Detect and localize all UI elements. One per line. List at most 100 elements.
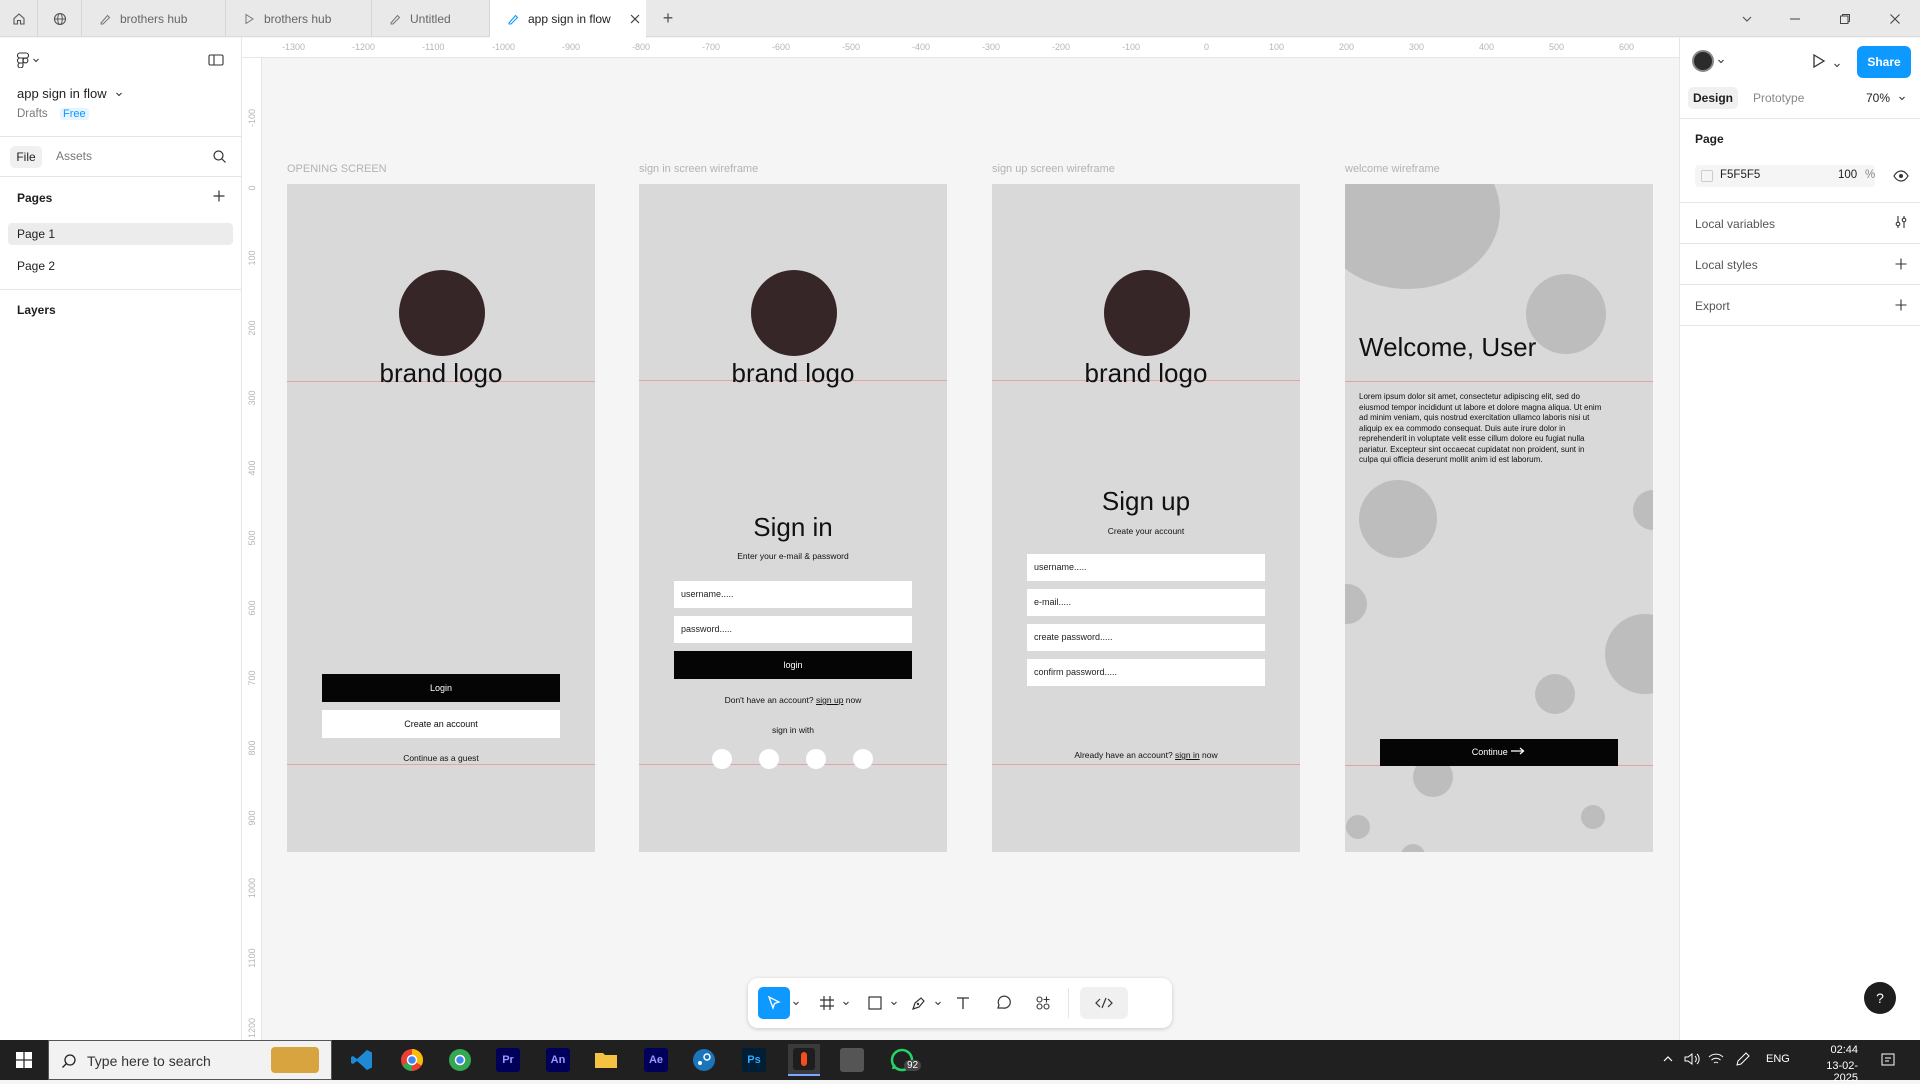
frame-label-welcome[interactable]: welcome wireframe	[1345, 163, 1440, 175]
create-password-field[interactable]: create password.....	[1027, 624, 1265, 651]
page-item-page-1[interactable]: Page 1	[8, 223, 233, 245]
taskbar-file-explorer[interactable]	[590, 1044, 622, 1076]
taskbar-whatsapp[interactable]: 92	[886, 1044, 922, 1076]
login-button[interactable]: login	[674, 651, 912, 679]
network-button[interactable]	[1708, 1052, 1724, 1071]
visibility-toggle[interactable]	[1893, 169, 1909, 187]
move-tool-dropdown[interactable]	[790, 990, 802, 1016]
actions-tool[interactable]	[1030, 990, 1056, 1016]
start-button[interactable]	[8, 1044, 40, 1076]
taskbar-figma[interactable]	[788, 1044, 820, 1076]
frame-label-signin[interactable]: sign in screen wireframe	[639, 163, 758, 175]
tab-brothers-hub-2[interactable]: brothers hub	[226, 0, 372, 37]
taskbar-after-effects[interactable]: Ae	[640, 1044, 672, 1076]
pen-button[interactable]	[1735, 1052, 1751, 1071]
dev-mode-toggle[interactable]	[1080, 987, 1128, 1019]
social-login-button[interactable]	[806, 749, 826, 769]
tab-list-chevron[interactable]	[1732, 0, 1762, 37]
continue-guest-link[interactable]: Continue as a guest	[287, 753, 595, 763]
shape-tool[interactable]	[862, 990, 888, 1016]
help-button[interactable]: ?	[1864, 982, 1896, 1014]
frame-welcome[interactable]: Welcome, User Lorem ipsum dolor sit amet…	[1345, 184, 1653, 852]
frame-tool[interactable]	[814, 990, 840, 1016]
file-title[interactable]: app sign in flow	[17, 86, 123, 101]
password-field[interactable]: password.....	[674, 616, 912, 643]
taskbar-animate[interactable]: An	[542, 1044, 574, 1076]
drafts-link[interactable]: Drafts	[17, 108, 48, 120]
close-icon[interactable]	[629, 13, 641, 25]
zoom-dropdown[interactable]: 70%	[1866, 91, 1906, 105]
social-login-button[interactable]	[759, 749, 779, 769]
search-button[interactable]	[212, 149, 227, 169]
new-tab-button[interactable]: +	[656, 0, 680, 37]
add-export-button[interactable]	[1894, 298, 1908, 317]
comment-tool[interactable]	[990, 990, 1016, 1016]
page-opacity-value[interactable]: 100	[1838, 169, 1857, 181]
create-account-button[interactable]: Create an account	[322, 710, 560, 738]
frame-label-opening[interactable]: OPENING SCREEN	[287, 163, 387, 175]
frame-label-signup[interactable]: sign up screen wireframe	[992, 163, 1115, 175]
restore-button[interactable]	[1830, 0, 1860, 37]
frame-opening-screen[interactable]: brand logo Login Create an account Conti…	[287, 184, 595, 852]
shape-tool-dropdown[interactable]	[888, 990, 900, 1016]
pen-tool[interactable]	[906, 990, 932, 1016]
taskbar-chrome-profile[interactable]	[444, 1044, 476, 1076]
toggle-sidebar-button[interactable]	[208, 53, 224, 72]
local-variables-label[interactable]: Local variables	[1695, 217, 1775, 231]
move-tool[interactable]	[758, 987, 790, 1019]
present-button[interactable]	[1812, 53, 1826, 74]
close-window-button[interactable]	[1880, 0, 1910, 37]
canvas[interactable]: OPENING SCREEN brand logo Login Create a…	[262, 58, 1679, 1040]
email-field[interactable]: e-mail.....	[1027, 589, 1265, 616]
page-item-page-2[interactable]: Page 2	[17, 259, 55, 273]
text-tool[interactable]	[950, 990, 976, 1016]
language-indicator[interactable]: ENG	[1766, 1053, 1790, 1065]
frame-sign-in[interactable]: brand logo Sign in Enter your e-mail & p…	[639, 184, 947, 852]
share-button[interactable]: Share	[1857, 46, 1911, 78]
tab-untitled[interactable]: Untitled	[372, 0, 490, 37]
pen-tool-dropdown[interactable]	[932, 990, 944, 1016]
present-dropdown[interactable]	[1833, 56, 1841, 74]
page-background-field[interactable]: F5F5F5 100 %	[1695, 165, 1875, 187]
tray-chevron[interactable]	[1662, 1052, 1674, 1070]
tab-brothers-hub-1[interactable]: brothers hub	[82, 0, 226, 37]
login-button[interactable]: Login	[322, 674, 560, 702]
social-login-button[interactable]	[853, 749, 873, 769]
sign-up-link[interactable]: sign up	[816, 695, 843, 705]
divider	[0, 136, 241, 137]
tab-design[interactable]: Design	[1688, 87, 1738, 109]
taskbar-chrome[interactable]	[396, 1044, 428, 1076]
home-tab[interactable]	[0, 0, 38, 37]
volume-button[interactable]	[1684, 1052, 1700, 1071]
ruler-tick: 500	[1549, 42, 1565, 52]
taskbar-photoshop[interactable]: Ps	[738, 1044, 770, 1076]
taskbar-premiere[interactable]: Pr	[492, 1044, 524, 1076]
confirm-password-field[interactable]: confirm password.....	[1027, 659, 1265, 686]
username-field[interactable]: username.....	[1027, 554, 1265, 581]
local-variables-button[interactable]	[1894, 215, 1908, 234]
minimize-button[interactable]	[1780, 0, 1810, 37]
community-tab[interactable]	[38, 0, 82, 37]
main-menu-button[interactable]	[17, 52, 40, 68]
tab-app-sign-in-flow[interactable]: app sign in flow	[490, 0, 646, 38]
frame-tool-dropdown[interactable]	[840, 990, 852, 1016]
color-swatch[interactable]	[1701, 170, 1713, 182]
social-login-button[interactable]	[712, 749, 732, 769]
sign-in-link[interactable]: sign in	[1175, 750, 1200, 760]
taskbar-steam[interactable]	[688, 1044, 720, 1076]
user-menu[interactable]	[1692, 50, 1725, 72]
continue-button[interactable]: Continue	[1380, 739, 1618, 766]
tab-file[interactable]: File	[10, 146, 42, 168]
notifications-button[interactable]	[1880, 1052, 1896, 1073]
add-style-button[interactable]	[1894, 257, 1908, 276]
frame-sign-up[interactable]: brand logo Sign up Create your account u…	[992, 184, 1300, 852]
clock[interactable]: 02:44 13-02-2025	[1806, 1044, 1858, 1084]
page-color-hex[interactable]: F5F5F5	[1720, 169, 1760, 181]
taskbar-search-box[interactable]: Type here to search	[48, 1040, 332, 1080]
username-field[interactable]: username.....	[674, 581, 912, 608]
taskbar-vscode[interactable]	[346, 1044, 378, 1076]
tab-prototype[interactable]: Prototype	[1753, 91, 1804, 105]
tab-assets[interactable]: Assets	[56, 149, 92, 163]
add-page-button[interactable]	[212, 189, 226, 208]
taskbar-app[interactable]	[836, 1044, 868, 1076]
